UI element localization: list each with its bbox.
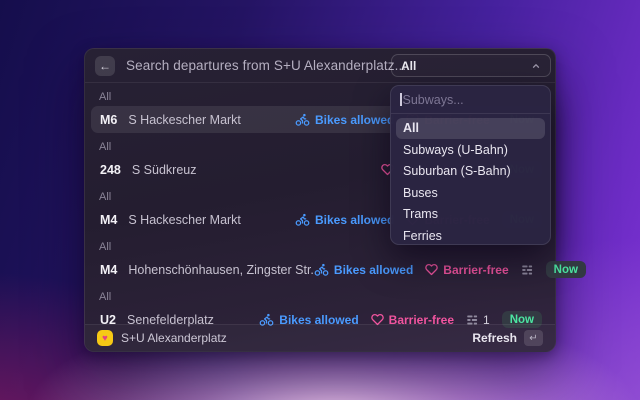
filter-option-all[interactable]: All [396,118,545,139]
section-header: All [99,241,111,253]
destination: S Südkreuz [132,163,197,177]
bike-icon [295,112,310,127]
platform-indicator [521,264,534,276]
destination: S Hackescher Markt [128,213,241,227]
bikes-allowed-badge: Bikes allowed [295,212,394,227]
bike-icon [295,212,310,227]
destination: Hohenschönhausen, Zingster Str. [128,263,314,277]
transport-filter-dropdown[interactable]: All [391,54,551,77]
footer: ♥ S+U Alexanderplatz Refresh ↵ [85,324,555,351]
section-header: All [99,291,111,303]
arrow-left-icon: ← [99,59,111,73]
filter-option-trams[interactable]: Trams [396,204,545,225]
transport-filter-panel: Subways... All Subways (U-Bahn) Suburban… [390,85,551,245]
bike-icon [314,262,329,277]
line-number: M6 [100,113,117,127]
filter-option-subways[interactable]: Subways (U-Bahn) [396,140,545,161]
section-header: All [99,141,111,153]
platform-icon [521,264,534,276]
bikes-allowed-badge: Bikes allowed [314,262,413,277]
filter-search-input[interactable]: Subways... [391,86,550,113]
back-button[interactable]: ← [95,56,115,76]
heart-icon: ♥ [102,333,108,344]
section-header: All [99,91,111,103]
section-header: All [99,191,111,203]
filter-selected-value: All [401,59,416,73]
search-input[interactable]: Search departures from S+U Alexanderplat… [126,58,406,73]
line-number: 248 [100,163,121,177]
header-divider [85,82,555,83]
destination: S Hackescher Markt [128,113,241,127]
enter-key-icon: ↵ [524,330,543,346]
extension-icon: ♥ [97,330,113,346]
filter-option-buses[interactable]: Buses [396,183,545,204]
barrier-free-badge: Barrier-free [425,263,508,277]
line-number: M4 [100,263,117,277]
footer-station-name: S+U Alexanderplatz [121,331,227,345]
app-window: ← Search departures from S+U Alexanderpl… [84,48,556,352]
chevron-up-icon [531,61,541,71]
heart-icon [425,263,438,276]
line-number: M4 [100,213,117,227]
filter-option-suburban[interactable]: Suburban (S-Bahn) [396,161,545,182]
filter-option-ferries[interactable]: Ferries [396,226,545,247]
departure-row-m4-hohenschoenhausen[interactable]: M4 Hohenschönhausen, Zingster Str. Bikes… [91,256,551,283]
departure-time-badge: Now [546,261,586,278]
text-caret [400,93,402,106]
bikes-allowed-badge: Bikes allowed [295,112,394,127]
refresh-action[interactable]: Refresh [472,331,517,345]
